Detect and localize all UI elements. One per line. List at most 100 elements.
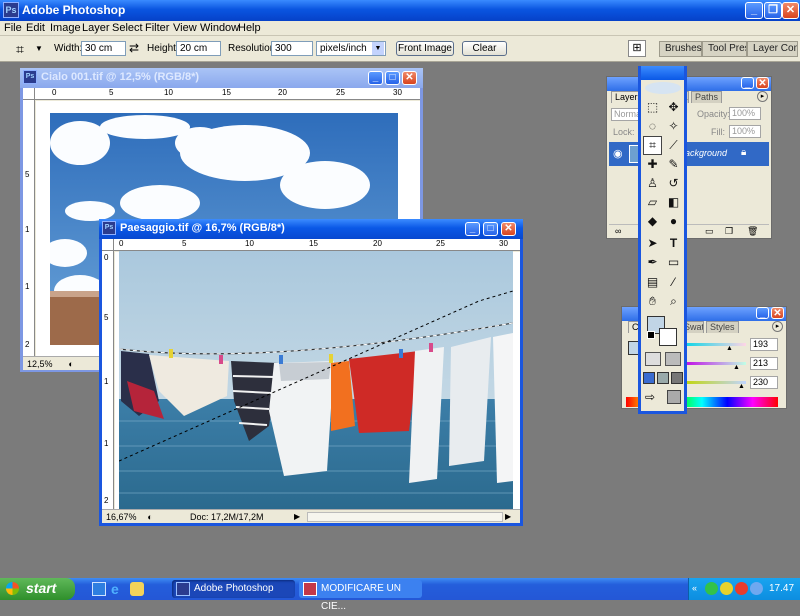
screen-mode-menu-icon[interactable] <box>657 372 669 384</box>
menu-view[interactable]: View <box>173 22 197 34</box>
healing-brush-tool-icon[interactable]: ✚ <box>643 155 662 174</box>
layer-visibility-eye-icon[interactable]: ◉ <box>613 147 623 160</box>
tray-volume-icon[interactable] <box>750 582 763 595</box>
imageready-jump-icon[interactable]: ⇨ <box>645 390 663 404</box>
lasso-tool-icon[interactable]: ◌ <box>643 117 662 136</box>
red-slider-thumb-icon[interactable]: ▲ <box>726 345 733 352</box>
zoom-level[interactable]: 16,67% <box>106 511 142 523</box>
tray-messenger-icon[interactable] <box>720 582 733 595</box>
dodge-tool-icon[interactable]: ● <box>664 212 683 231</box>
layer-row-background[interactable]: ◉ Background 🔒︎ <box>609 142 769 166</box>
adobe-feather-icon[interactable] <box>645 82 681 94</box>
ruler-origin[interactable] <box>23 88 35 100</box>
eraser-tool-icon[interactable]: ▱ <box>643 193 662 212</box>
type-tool-icon[interactable]: T <box>664 234 683 253</box>
restore-button[interactable]: ❐ <box>764 2 782 19</box>
close-button[interactable]: ✕ <box>782 2 799 19</box>
canvas-area[interactable] <box>115 251 520 509</box>
default-colors-icon[interactable] <box>647 331 655 339</box>
doc-close-button[interactable]: ✕ <box>402 71 417 85</box>
red-slider[interactable] <box>682 343 746 346</box>
zoom-tool-icon[interactable]: ⌕ <box>664 292 683 311</box>
palette-well-brushes[interactable]: Brushes <box>659 41 702 57</box>
units-select[interactable]: pixels/inch ▼ <box>316 41 386 56</box>
blue-slider-thumb-icon[interactable]: ▲ <box>738 383 745 390</box>
document-title-bar[interactable]: Ps Cialo 001.tif @ 12,5% (RGB/8*) _ □ ✕ <box>20 68 423 88</box>
menu-select[interactable]: Select <box>112 22 143 34</box>
document-title-bar[interactable]: Ps Paesaggio.tif @ 16,7% (RGB/8*) _ □ ✕ <box>99 219 523 239</box>
clone-stamp-tool-icon[interactable]: ♙ <box>643 174 662 193</box>
doc-minimize-button[interactable]: _ <box>368 71 383 85</box>
new-group-icon[interactable]: ▭ <box>705 226 714 237</box>
palette-menu-icon[interactable]: ▸ <box>757 91 768 102</box>
horizontal-ruler[interactable]: 0 5 10 15 20 25 30 <box>35 88 420 100</box>
blue-slider[interactable] <box>682 381 746 384</box>
blue-value-field[interactable]: 230 <box>750 376 778 389</box>
resolution-field[interactable]: 300 <box>271 41 313 56</box>
red-value-field[interactable]: 193 <box>750 338 778 351</box>
palette-close-button[interactable]: ✕ <box>756 77 769 89</box>
ruler-origin[interactable] <box>102 239 114 251</box>
menu-edit[interactable]: Edit <box>26 22 45 34</box>
standard-mode-icon[interactable] <box>645 352 661 366</box>
front-image-button[interactable]: Front Image <box>396 41 454 56</box>
tab-paths[interactable]: Paths <box>691 91 723 103</box>
menu-layer[interactable]: Layer <box>82 22 110 34</box>
slice-tool-icon[interactable]: ⟋ <box>664 136 683 155</box>
horizontal-ruler[interactable]: 0 5 10 15 20 25 30 <box>114 239 520 251</box>
zoom-level[interactable]: 12,5% <box>27 358 63 370</box>
task-browser-window[interactable]: MODIFICARE UN CIE... <box>299 580 422 612</box>
minimize-button[interactable]: _ <box>745 2 763 19</box>
palette-close-button[interactable]: ✕ <box>771 307 784 319</box>
crop-tool-preset-icon[interactable]: ⌗ <box>16 41 32 57</box>
menu-filter[interactable]: Filter <box>145 22 169 34</box>
tray-network-icon[interactable] <box>705 582 718 595</box>
green-value-field[interactable]: 213 <box>750 357 778 370</box>
doc-minimize-button[interactable]: _ <box>465 222 480 236</box>
move-tool-icon[interactable]: ✥ <box>664 98 683 117</box>
imageready-logo-icon[interactable] <box>667 390 681 404</box>
screen-mode-standard-icon[interactable] <box>643 372 655 384</box>
pen-tool-icon[interactable]: ✒ <box>643 253 662 272</box>
vertical-ruler[interactable]: 0 5 1 1 2 <box>102 251 114 509</box>
opacity-field[interactable]: 100% <box>729 107 761 120</box>
palette-minimize-button[interactable]: _ <box>741 77 754 89</box>
doc-maximize-button[interactable]: □ <box>385 71 400 85</box>
doc-maximize-button[interactable]: □ <box>483 222 498 236</box>
task-adobe-photoshop[interactable]: Adobe Photoshop <box>172 580 295 598</box>
status-info-icon[interactable]: ◐ <box>144 511 156 523</box>
palette-menu-icon[interactable]: ▸ <box>772 321 783 332</box>
background-color-icon[interactable] <box>659 328 677 346</box>
magic-wand-tool-icon[interactable]: ✧ <box>664 117 683 136</box>
shape-tool-icon[interactable]: ▭ <box>664 253 683 272</box>
link-layers-icon[interactable]: ∞ <box>615 226 621 236</box>
path-selection-tool-icon[interactable]: ➤ <box>643 234 662 253</box>
doc-close-button[interactable]: ✕ <box>501 222 516 236</box>
fill-field[interactable]: 100% <box>729 125 761 138</box>
start-button[interactable]: start <box>0 578 75 600</box>
screen-mode-full-icon[interactable] <box>671 372 683 384</box>
new-layer-icon[interactable]: ❐ <box>725 226 733 237</box>
crop-tool-icon[interactable]: ⌗ <box>643 136 662 155</box>
brush-tool-icon[interactable]: ✎ <box>664 155 683 174</box>
green-slider-thumb-icon[interactable]: ▲ <box>733 364 740 371</box>
tab-styles[interactable]: Styles <box>706 321 739 333</box>
quick-mask-mode-icon[interactable] <box>665 352 681 366</box>
show-desktop-icon[interactable] <box>92 582 106 596</box>
horizontal-scrollbar[interactable] <box>307 512 503 522</box>
clear-button[interactable]: Clear <box>462 41 507 56</box>
scroll-right-arrow-icon[interactable]: ▶ <box>505 511 517 523</box>
swap-dimensions-icon[interactable]: ⇄ <box>129 41 139 55</box>
toolbox-header[interactable] <box>641 66 684 80</box>
tray-expand-icon[interactable]: « <box>692 583 697 593</box>
main-title-bar[interactable]: Ps Adobe Photoshop _ ❐ ✕ <box>0 0 800 21</box>
menu-window[interactable]: Window <box>200 22 239 34</box>
height-field[interactable]: 20 cm <box>176 41 221 56</box>
palette-well-layer-comps[interactable]: Layer Comps <box>747 41 798 57</box>
menu-file[interactable]: File <box>4 22 22 34</box>
marquee-tool-icon[interactable]: ⬚ <box>643 98 662 117</box>
hand-tool-icon[interactable]: ✋︎ <box>643 292 662 311</box>
vertical-ruler[interactable]: 5 1 1 2 <box>23 100 35 356</box>
trash-icon[interactable]: 🗑︎ <box>747 226 758 237</box>
palette-minimize-button[interactable]: _ <box>756 307 769 319</box>
